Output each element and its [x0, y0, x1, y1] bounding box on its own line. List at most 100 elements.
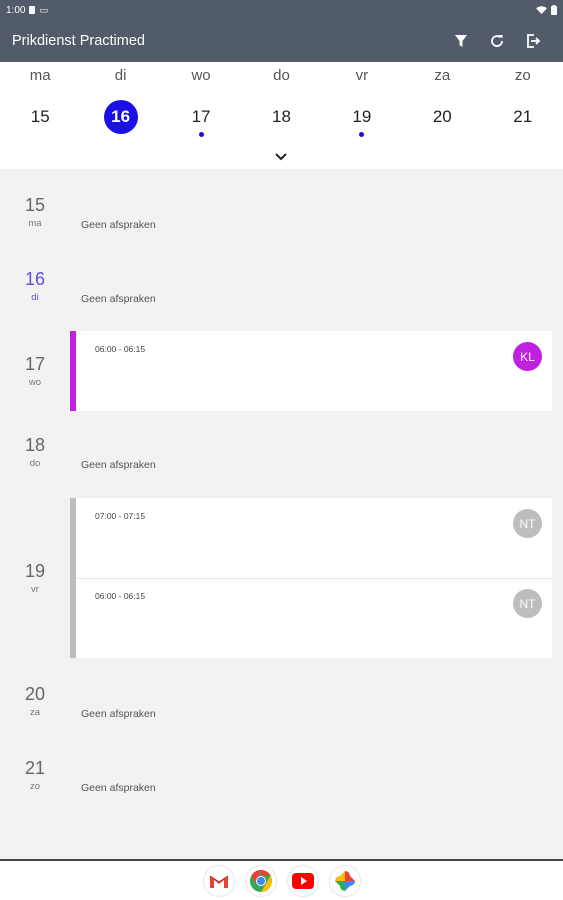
gmail-icon: [209, 875, 228, 888]
logout-button[interactable]: [515, 23, 551, 59]
no-appointments-label: Geen afspraken: [81, 708, 156, 720]
no-appointments-label: Geen afspraken: [81, 782, 156, 794]
agenda-day-16: 16 di Geen afspraken: [0, 265, 563, 315]
agenda-date-number: 15: [24, 195, 46, 215]
agenda-date-abbr: vr: [31, 584, 39, 595]
refresh-icon: [491, 35, 503, 47]
event-indicator-dot: [198, 132, 204, 137]
agenda-day-21: 21 zo Geen afspraken: [0, 754, 563, 804]
event-group: 07:00 - 07:15 NT 06:00 - 06:15 NT: [70, 498, 552, 658]
agenda-day-19: 19 vr 07:00 - 07:15 NT 06:00 - 06:15 NT: [0, 498, 563, 658]
chrome-app[interactable]: [245, 865, 276, 896]
week-day-20[interactable]: za 20: [402, 62, 482, 134]
week-day-number: 15: [30, 107, 50, 126]
week-day-number-wrap: 16: [103, 100, 138, 134]
week-day-abbr: do: [273, 67, 290, 84]
week-day-abbr: zo: [514, 67, 531, 84]
event-item[interactable]: 06:00 - 06:15 KL: [70, 331, 552, 411]
refresh-button[interactable]: [479, 23, 515, 59]
agenda-date-number: 16: [24, 269, 46, 289]
event-divider: [76, 578, 552, 579]
avatar: KL: [513, 342, 542, 371]
wifi-icon: [536, 5, 547, 14]
week-day-number-wrap: 21: [506, 100, 540, 134]
week-day-18[interactable]: do 18: [241, 62, 321, 134]
agenda-date-abbr: za: [29, 707, 41, 718]
agenda-day-18: 18 do Geen afspraken: [0, 431, 563, 481]
agenda-day-20: 20 za Geen afspraken: [0, 680, 563, 730]
week-day-abbr: wo: [191, 67, 211, 84]
event-time: 06:00 - 06:15: [95, 344, 146, 354]
week-day-number: 17: [191, 107, 211, 126]
week-day-16[interactable]: di 16: [80, 62, 160, 134]
youtube-app[interactable]: [287, 865, 318, 896]
agenda-date-abbr: do: [29, 458, 41, 469]
week-day-number-wrap: 20: [425, 100, 459, 134]
agenda-list: 15 ma Geen afspraken 16 di Geen afspraken 17 wo…: [0, 169, 563, 859]
week-day-number: 20: [432, 107, 452, 126]
week-day-number: 19: [352, 107, 372, 126]
event-time: 06:00 - 06:15: [95, 591, 146, 601]
week-day-abbr: ma: [29, 67, 51, 84]
status-bar: 1:00 ▭: [0, 0, 563, 20]
sim-icon: [29, 6, 36, 14]
week-day-15[interactable]: ma 15: [0, 62, 80, 134]
expand-calendar-button[interactable]: [271, 150, 291, 164]
agenda-date-number: 17: [24, 354, 46, 374]
agenda-date-abbr: ma: [28, 218, 42, 229]
avatar: NT: [513, 589, 542, 618]
filter-button[interactable]: [443, 23, 479, 59]
week-day-number: 18: [272, 107, 291, 126]
week-day-abbr: vr: [355, 67, 369, 84]
no-appointments-label: Geen afspraken: [81, 293, 156, 305]
logout-icon: [527, 34, 541, 48]
youtube-icon: [291, 872, 314, 889]
battery-icon: [551, 5, 557, 15]
week-day-19[interactable]: vr 19: [322, 62, 402, 137]
event-time: 07:00 - 07:15: [95, 511, 146, 521]
week-day-number-wrap: 18: [264, 100, 298, 134]
chrome-icon: [249, 869, 272, 892]
gmail-app[interactable]: [203, 865, 234, 896]
event-indicator-dot: [359, 132, 365, 137]
agenda-date-abbr: di: [31, 292, 39, 303]
week-day-abbr: za: [434, 67, 451, 84]
filter-icon: [455, 35, 467, 47]
agenda-date-number: 21: [24, 758, 46, 778]
agenda-day-17: 17 wo 06:00 - 06:15 KL: [0, 331, 563, 411]
chevron-down-icon: [275, 153, 287, 161]
agenda-date: 17 wo: [0, 354, 70, 388]
app-title: Prikdienst Practimed: [12, 33, 145, 49]
agenda-date-number: 18: [24, 435, 46, 455]
agenda-date-number: 20: [24, 684, 46, 704]
event-item[interactable]: 06:00 - 06:15 NT: [70, 578, 552, 658]
agenda-date-number: 19: [24, 561, 46, 581]
agenda-date: 21 zo: [0, 758, 70, 792]
week-strip: ma 15 di 16 wo 17 do 18 vr 19 za 20 zo 21: [0, 62, 563, 169]
week-day-number-wrap: 19: [345, 100, 379, 134]
agenda-date-abbr: zo: [29, 781, 41, 792]
week-day-21[interactable]: zo 21: [483, 62, 563, 134]
agenda-day-15: 15 ma Geen afspraken: [0, 191, 563, 241]
agenda-date: 18 do: [0, 435, 70, 469]
app-dock: [0, 859, 563, 900]
week-day-17[interactable]: wo 17: [161, 62, 241, 137]
week-day-number-wrap: 17: [184, 100, 218, 134]
event-item[interactable]: 07:00 - 07:15 NT: [70, 498, 552, 578]
week-day-abbr: di: [114, 67, 127, 84]
shield-icon: ▭: [39, 4, 48, 15]
week-day-number: 16: [111, 107, 131, 126]
no-appointments-label: Geen afspraken: [81, 219, 156, 231]
agenda-date: 20 za: [0, 684, 70, 718]
no-appointments-label: Geen afspraken: [81, 459, 156, 471]
week-day-number: 21: [513, 107, 533, 126]
week-day-number-wrap: 15: [23, 100, 57, 134]
event-group: 06:00 - 06:15 KL: [70, 331, 552, 411]
agenda-date: 19 vr: [0, 561, 70, 595]
status-time: 1:00: [6, 4, 26, 16]
avatar: NT: [513, 509, 542, 538]
photos-app[interactable]: [329, 865, 360, 896]
app-bar: Prikdienst Practimed: [0, 20, 563, 62]
agenda-date: 15 ma: [0, 195, 70, 229]
agenda-date: 16 di: [0, 269, 70, 303]
